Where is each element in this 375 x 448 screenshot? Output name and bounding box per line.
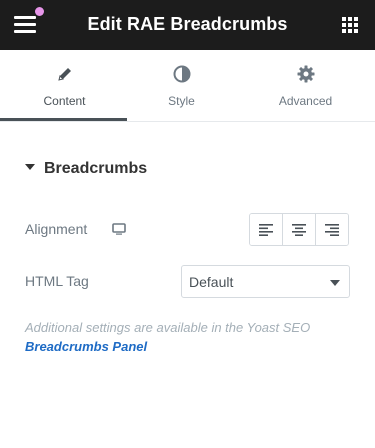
html-tag-select[interactable]: Default (181, 265, 350, 298)
caret-down-icon (25, 164, 35, 171)
section-breadcrumbs-toggle[interactable]: Breadcrumbs (25, 160, 147, 180)
align-right-button[interactable] (315, 214, 348, 245)
chevron-down-icon (330, 280, 340, 286)
gear-icon (297, 65, 314, 83)
breadcrumbs-panel-link[interactable]: Breadcrumbs Panel (25, 337, 147, 356)
tab-content[interactable]: Content (2, 50, 127, 121)
alignment-control (249, 213, 349, 246)
half-circle-icon (173, 65, 190, 83)
tab-advanced-label: Advanced (278, 94, 333, 108)
yoast-settings-note: Additional settings are available in the… (25, 318, 355, 356)
grid-icon[interactable] (342, 17, 358, 33)
desktop-icon[interactable] (112, 223, 126, 235)
tab-advanced[interactable]: Advanced (243, 50, 368, 121)
html-tag-label: HTML Tag (25, 273, 89, 289)
align-left-button[interactable] (250, 214, 282, 245)
align-center-button[interactable] (282, 214, 315, 245)
note-text: Additional settings are available in the… (25, 320, 311, 335)
tab-content-label: Content (43, 94, 86, 108)
html-tag-value: Default (189, 274, 234, 290)
active-tab-indicator (0, 118, 127, 121)
panel-header: Edit RAE Breadcrumbs (0, 0, 375, 50)
tab-style[interactable]: Style (119, 50, 244, 121)
align-right-icon (325, 223, 339, 236)
panel-title: Edit RAE Breadcrumbs (87, 14, 288, 34)
align-left-icon (259, 223, 273, 236)
pencil-icon (57, 68, 71, 81)
align-center-icon (292, 223, 306, 236)
panel-tabs: Content Style Advanced (0, 50, 375, 122)
alignment-label: Alignment (25, 221, 88, 237)
section-title: Breadcrumbs (44, 160, 148, 177)
tab-style-label: Style (168, 94, 195, 108)
